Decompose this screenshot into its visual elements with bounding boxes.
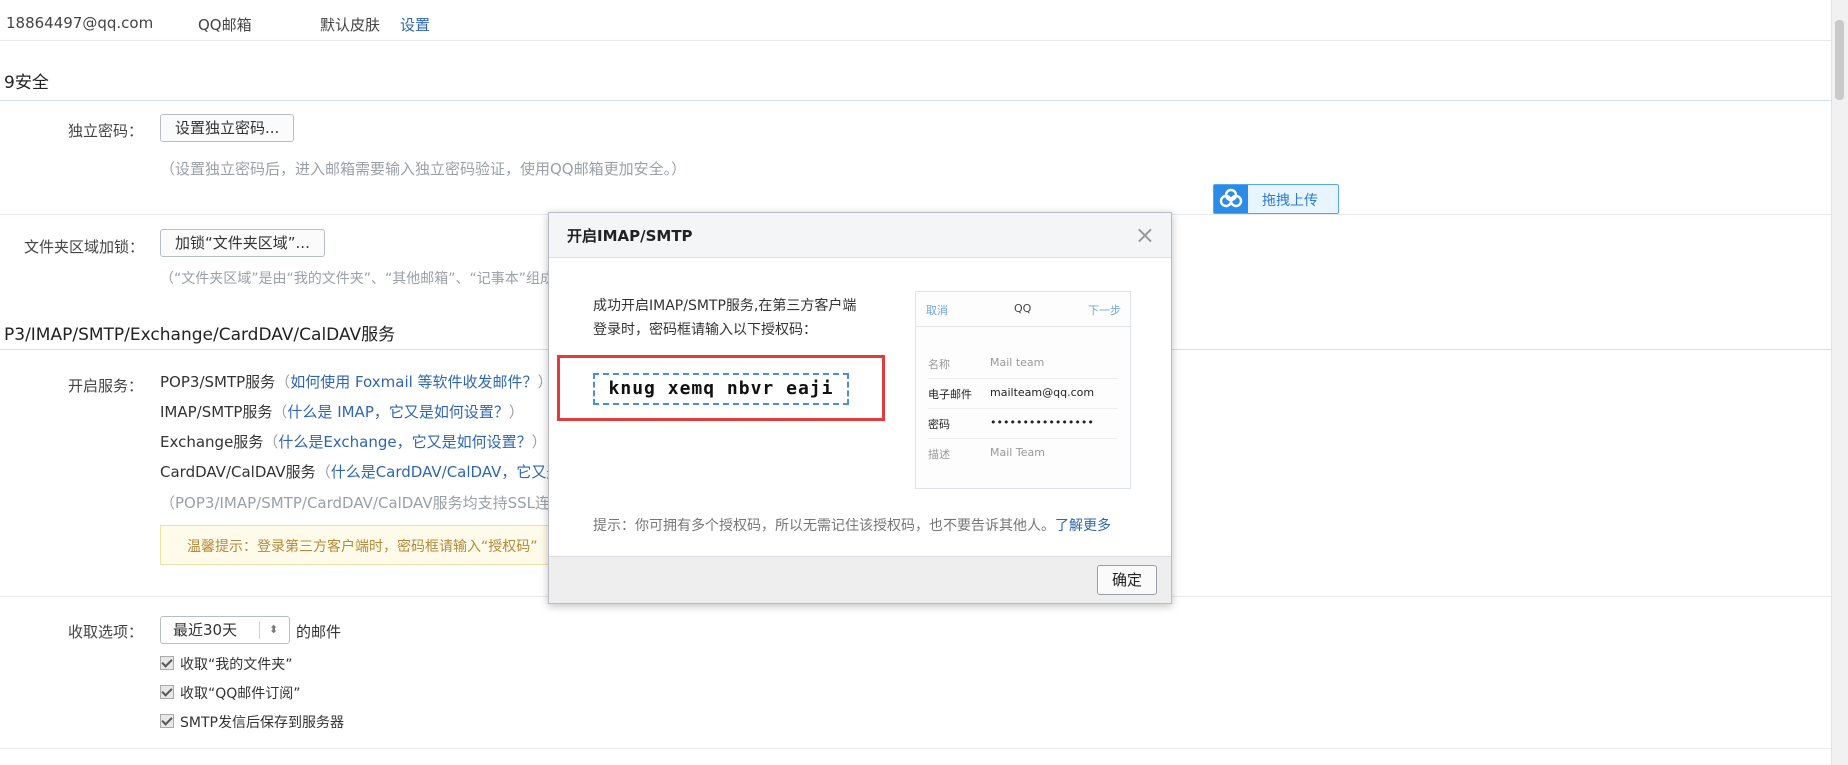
preview-cancel: 取消 — [926, 304, 948, 317]
auth-code[interactable]: knug xemq nbvr eaji — [593, 373, 849, 405]
service-exchange: Exchange服务（什么是Exchange，它又是如何设置？） — [160, 433, 547, 451]
close-icon[interactable]: × — [1135, 221, 1155, 249]
skin-link[interactable]: 默认皮肤 — [320, 14, 380, 35]
independent-password-note: （设置独立密码后，进入邮箱需要输入独立密码验证，使用QQ邮箱更加安全。） — [160, 160, 687, 178]
preview-row-name: 名称 Mail team — [928, 348, 1118, 379]
pop3-help-link[interactable]: 如何使用 Foxmail 等软件收发邮件？ — [290, 373, 537, 391]
carddav-help-link[interactable]: 什么是CardDAV/CalDAV，它又是 — [331, 463, 562, 481]
folder-lock-label: 文件夹区域加锁： — [24, 238, 145, 256]
preview-row-description: 描述 Mail Team — [928, 446, 1045, 461]
service-imap: IMAP/SMTP服务（什么是 IMAP，它又是如何设置？） — [160, 403, 524, 421]
imap-smtp-dialog: 开启IMAP/SMTP × 成功开启IMAP/SMTP服务,在第三方客户端 登录… — [548, 212, 1172, 604]
mailbox-link[interactable]: QQ邮箱 — [198, 14, 252, 35]
bottom-divider — [0, 748, 1832, 749]
preview-title: QQ — [1014, 302, 1032, 315]
checkbox-qq-subscriptions[interactable] — [160, 685, 174, 699]
security-section-title: 9安全 — [4, 73, 49, 93]
option-save-sent[interactable]: SMTP发信后保存到服务器 — [160, 712, 344, 732]
lock-folder-area-button[interactable]: 加锁“文件夹区域”... — [160, 229, 325, 257]
set-independent-password-button[interactable]: 设置独立密码... — [160, 114, 295, 142]
scrollbar-thumb[interactable] — [1835, 20, 1844, 100]
confirm-button[interactable]: 确定 — [1096, 565, 1157, 595]
imap-help-link[interactable]: 什么是 IMAP，它又是如何设置？ — [287, 403, 508, 421]
select-separator — [259, 621, 260, 639]
preview-header-divider — [916, 326, 1130, 327]
learn-more-link[interactable]: 了解更多 — [1055, 518, 1111, 534]
service-carddav: CardDAV/CalDAV服务（什么是CardDAV/CalDAV，它又是 — [160, 463, 562, 481]
account-email: 18864497@qq.com — [6, 14, 154, 32]
receive-range-select[interactable]: 最近30天 ⬍ — [160, 616, 290, 644]
preview-next: 下一步 — [1088, 304, 1121, 317]
auth-code-tip-box: 温馨提示：登录第三方客户端时，密码框请输入“授权码” — [160, 525, 552, 565]
receive-range-value: 最近30天 — [173, 621, 238, 639]
dialog-header: 开启IMAP/SMTP × — [549, 213, 1171, 258]
drag-upload-button[interactable]: 拖拽上传 — [1213, 184, 1339, 214]
checkbox-save-sent[interactable] — [160, 714, 174, 728]
checkbox-my-folders[interactable] — [160, 656, 174, 670]
receive-suffix: 的邮件 — [296, 623, 342, 641]
dialog-title: 开启IMAP/SMTP — [567, 227, 693, 245]
select-arrow-icon: ⬍ — [269, 623, 279, 636]
option-qq-subscriptions[interactable]: 收取“QQ邮件订阅” — [160, 683, 301, 703]
dialog-message-line2: 登录时，密码框请输入以下授权码： — [593, 322, 817, 338]
preview-row-email: 电子邮件 mailteam@qq.com — [928, 378, 1118, 409]
dialog-footer: 确定 — [549, 556, 1171, 603]
service-pop3: POP3/SMTP服务（如何使用 Foxmail 等软件收发邮件？） — [160, 373, 553, 391]
client-setup-preview: 取消 QQ 下一步 名称 Mail team 电子邮件 mailteam@qq.co… — [915, 291, 1131, 489]
services-section-title: P3/IMAP/SMTP/Exchange/CardDAV/CalDAV服务 — [4, 325, 396, 345]
independent-password-label: 独立密码： — [68, 122, 144, 140]
auth-code-tip: 温馨提示：登录第三方客户端时，密码框请输入“授权码” — [187, 539, 538, 555]
dialog-hint: 提示：你可拥有多个授权码，所以无需记住该授权码，也不要告诉其他人。了解更多 — [593, 518, 1111, 534]
cloud-icon — [1214, 185, 1248, 213]
receive-options-label: 收取选项： — [68, 623, 144, 641]
folder-lock-note: （“文件夹区域”是由“我的文件夹”、“其他邮箱”、“记事本”组成 — [160, 271, 555, 287]
preview-row-password: 密码 •••••••••••••••• — [928, 408, 1118, 439]
option-my-folders[interactable]: 收取“我的文件夹” — [160, 654, 293, 674]
settings-link[interactable]: 设置 — [400, 14, 430, 35]
ssl-note: （POP3/IMAP/SMTP/CardDAV/CalDAV服务均支持SSL连 — [160, 494, 551, 512]
top-divider — [0, 40, 1832, 41]
drag-upload-label: 拖拽上传 — [1262, 193, 1318, 209]
security-divider — [0, 100, 1832, 101]
exchange-help-link[interactable]: 什么是Exchange，它又是如何设置？ — [278, 433, 531, 451]
open-service-label: 开启服务： — [68, 377, 144, 395]
vertical-scrollbar[interactable] — [1831, 0, 1848, 765]
dialog-message-line1: 成功开启IMAP/SMTP服务,在第三方客户端 — [593, 298, 857, 314]
